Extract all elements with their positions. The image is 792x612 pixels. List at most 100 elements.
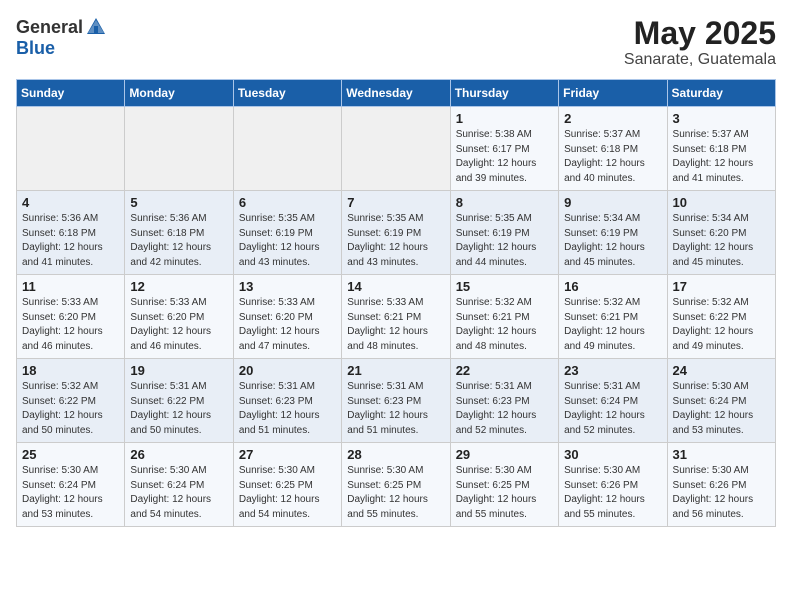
calendar-cell: 14Sunrise: 5:33 AM Sunset: 6:21 PM Dayli…: [342, 275, 450, 359]
calendar-cell: 9Sunrise: 5:34 AM Sunset: 6:19 PM Daylig…: [559, 191, 667, 275]
logo: General Blue: [16, 16, 109, 59]
calendar-header: SundayMondayTuesdayWednesdayThursdayFrid…: [17, 80, 776, 107]
calendar-cell: 13Sunrise: 5:33 AM Sunset: 6:20 PM Dayli…: [233, 275, 341, 359]
day-number: 10: [673, 195, 770, 210]
calendar-cell: 5 Sunrise: 5:36 AM Sunset: 6:18 PM Daylig…: [125, 191, 233, 275]
day-number: 30: [564, 447, 661, 462]
week-row-5: 25 Sunrise: 5:30 AM Sunset: 6:24 PM Dayli…: [17, 443, 776, 527]
day-number: 3: [673, 111, 770, 126]
days-of-week-row: SundayMondayTuesdayWednesdayThursdayFrid…: [17, 80, 776, 107]
week-row-4: 18 Sunrise: 5:32 AM Sunset: 6:22 PM Dayli…: [17, 359, 776, 443]
day-info: Sunrise: 5:30 AM Sunset: 6:25 PM Dayligh…: [239, 464, 336, 522]
day-info: Sunrise: 5:31 AM Sunset: 6:23 PM Dayligh…: [239, 380, 336, 438]
calendar-cell: 19Sunrise: 5:31 AM Sunset: 6:22 PM Dayli…: [125, 359, 233, 443]
calendar-cell: [17, 107, 125, 191]
calendar-cell: 21 Sunrise: 5:31 AM Sunset: 6:23 PM Dayli…: [342, 359, 450, 443]
day-of-week-wednesday: Wednesday: [342, 80, 450, 107]
calendar-cell: 23 Sunrise: 5:31 AM Sunset: 6:24 PM Dayli…: [559, 359, 667, 443]
day-info: Sunrise: 5:30 AM Sunset: 6:25 PM Dayligh…: [347, 464, 444, 522]
calendar-cell: 17 Sunrise: 5:32 AM Sunset: 6:22 PM Dayli…: [667, 275, 775, 359]
day-number: 26: [130, 447, 227, 462]
calendar-cell: 8 Sunrise: 5:35 AM Sunset: 6:19 PM Daylig…: [450, 191, 558, 275]
day-info: Sunrise: 5:37 AM Sunset: 6:18 PM Dayligh…: [564, 128, 661, 186]
day-info: Sunrise: 5:31 AM Sunset: 6:24 PM Dayligh…: [564, 380, 661, 438]
location-subtitle: Sanarate, Guatemala: [624, 51, 776, 69]
day-of-week-monday: Monday: [125, 80, 233, 107]
day-of-week-sunday: Sunday: [17, 80, 125, 107]
calendar-table: SundayMondayTuesdayWednesdayThursdayFrid…: [16, 79, 776, 527]
day-number: 1: [456, 111, 553, 126]
day-info: Sunrise: 5:30 AM Sunset: 6:26 PM Dayligh…: [564, 464, 661, 522]
day-number: 2: [564, 111, 661, 126]
day-of-week-friday: Friday: [559, 80, 667, 107]
day-number: 5: [130, 195, 227, 210]
day-info: Sunrise: 5:35 AM Sunset: 6:19 PM Dayligh…: [347, 212, 444, 270]
day-info: Sunrise: 5:30 AM Sunset: 6:24 PM Dayligh…: [22, 464, 119, 522]
calendar-cell: 15Sunrise: 5:32 AM Sunset: 6:21 PM Dayli…: [450, 275, 558, 359]
calendar-cell: 3 Sunrise: 5:37 AM Sunset: 6:18 PM Daylig…: [667, 107, 775, 191]
day-number: 18: [22, 363, 119, 378]
week-row-2: 4Sunrise: 5:36 AM Sunset: 6:18 PM Daylig…: [17, 191, 776, 275]
day-info: Sunrise: 5:32 AM Sunset: 6:22 PM Dayligh…: [673, 296, 770, 354]
day-info: Sunrise: 5:33 AM Sunset: 6:21 PM Dayligh…: [347, 296, 444, 354]
day-info: Sunrise: 5:38 AM Sunset: 6:17 PM Dayligh…: [456, 128, 553, 186]
page-header: General Blue May 2025 Sanarate, Guatemal…: [16, 16, 776, 69]
day-of-week-tuesday: Tuesday: [233, 80, 341, 107]
day-number: 25: [22, 447, 119, 462]
day-info: Sunrise: 5:30 AM Sunset: 6:24 PM Dayligh…: [673, 380, 770, 438]
day-number: 6: [239, 195, 336, 210]
day-number: 27: [239, 447, 336, 462]
calendar-cell: 10 Sunrise: 5:34 AM Sunset: 6:20 PM Dayli…: [667, 191, 775, 275]
day-number: 22: [456, 363, 553, 378]
day-number: 16: [564, 279, 661, 294]
day-info: Sunrise: 5:34 AM Sunset: 6:19 PM Dayligh…: [564, 212, 661, 270]
day-number: 28: [347, 447, 444, 462]
month-title: May 2025: [624, 16, 776, 51]
day-number: 20: [239, 363, 336, 378]
day-number: 17: [673, 279, 770, 294]
calendar-cell: 11Sunrise: 5:33 AM Sunset: 6:20 PM Dayli…: [17, 275, 125, 359]
calendar-cell: 29Sunrise: 5:30 AM Sunset: 6:25 PM Dayli…: [450, 443, 558, 527]
day-number: 23: [564, 363, 661, 378]
day-number: 29: [456, 447, 553, 462]
calendar-cell: 28 Sunrise: 5:30 AM Sunset: 6:25 PM Dayli…: [342, 443, 450, 527]
day-info: Sunrise: 5:30 AM Sunset: 6:26 PM Dayligh…: [673, 464, 770, 522]
day-number: 31: [673, 447, 770, 462]
calendar-cell: 24 Sunrise: 5:30 AM Sunset: 6:24 PM Dayli…: [667, 359, 775, 443]
day-info: Sunrise: 5:36 AM Sunset: 6:18 PM Dayligh…: [22, 212, 119, 270]
calendar-cell: 16Sunrise: 5:32 AM Sunset: 6:21 PM Dayli…: [559, 275, 667, 359]
day-info: Sunrise: 5:32 AM Sunset: 6:22 PM Dayligh…: [22, 380, 119, 438]
calendar-cell: 30 Sunrise: 5:30 AM Sunset: 6:26 PM Dayli…: [559, 443, 667, 527]
calendar-cell: 4Sunrise: 5:36 AM Sunset: 6:18 PM Daylig…: [17, 191, 125, 275]
day-number: 21: [347, 363, 444, 378]
calendar-cell: 1 Sunrise: 5:38 AM Sunset: 6:17 PM Daylig…: [450, 107, 558, 191]
day-number: 8: [456, 195, 553, 210]
day-number: 7: [347, 195, 444, 210]
day-info: Sunrise: 5:37 AM Sunset: 6:18 PM Dayligh…: [673, 128, 770, 186]
day-info: Sunrise: 5:33 AM Sunset: 6:20 PM Dayligh…: [130, 296, 227, 354]
day-info: Sunrise: 5:31 AM Sunset: 6:23 PM Dayligh…: [456, 380, 553, 438]
logo-icon: [85, 16, 107, 38]
day-info: Sunrise: 5:30 AM Sunset: 6:24 PM Dayligh…: [130, 464, 227, 522]
day-info: Sunrise: 5:35 AM Sunset: 6:19 PM Dayligh…: [456, 212, 553, 270]
logo-general-text: General: [16, 17, 83, 38]
day-info: Sunrise: 5:34 AM Sunset: 6:20 PM Dayligh…: [673, 212, 770, 270]
day-of-week-saturday: Saturday: [667, 80, 775, 107]
calendar-cell: 2 Sunrise: 5:37 AM Sunset: 6:18 PM Daylig…: [559, 107, 667, 191]
day-number: 24: [673, 363, 770, 378]
calendar-cell: [342, 107, 450, 191]
day-number: 19: [130, 363, 227, 378]
title-block: May 2025 Sanarate, Guatemala: [624, 16, 776, 69]
day-number: 12: [130, 279, 227, 294]
day-info: Sunrise: 5:33 AM Sunset: 6:20 PM Dayligh…: [22, 296, 119, 354]
calendar-cell: 6Sunrise: 5:35 AM Sunset: 6:19 PM Daylig…: [233, 191, 341, 275]
week-row-3: 11Sunrise: 5:33 AM Sunset: 6:20 PM Dayli…: [17, 275, 776, 359]
calendar-cell: 20 Sunrise: 5:31 AM Sunset: 6:23 PM Dayli…: [233, 359, 341, 443]
calendar-cell: 22 Sunrise: 5:31 AM Sunset: 6:23 PM Dayli…: [450, 359, 558, 443]
logo-blue-text: Blue: [16, 38, 55, 58]
day-info: Sunrise: 5:31 AM Sunset: 6:23 PM Dayligh…: [347, 380, 444, 438]
day-info: Sunrise: 5:32 AM Sunset: 6:21 PM Dayligh…: [456, 296, 553, 354]
day-info: Sunrise: 5:36 AM Sunset: 6:18 PM Dayligh…: [130, 212, 227, 270]
calendar-cell: 12 Sunrise: 5:33 AM Sunset: 6:20 PM Dayli…: [125, 275, 233, 359]
week-row-1: 1 Sunrise: 5:38 AM Sunset: 6:17 PM Daylig…: [17, 107, 776, 191]
